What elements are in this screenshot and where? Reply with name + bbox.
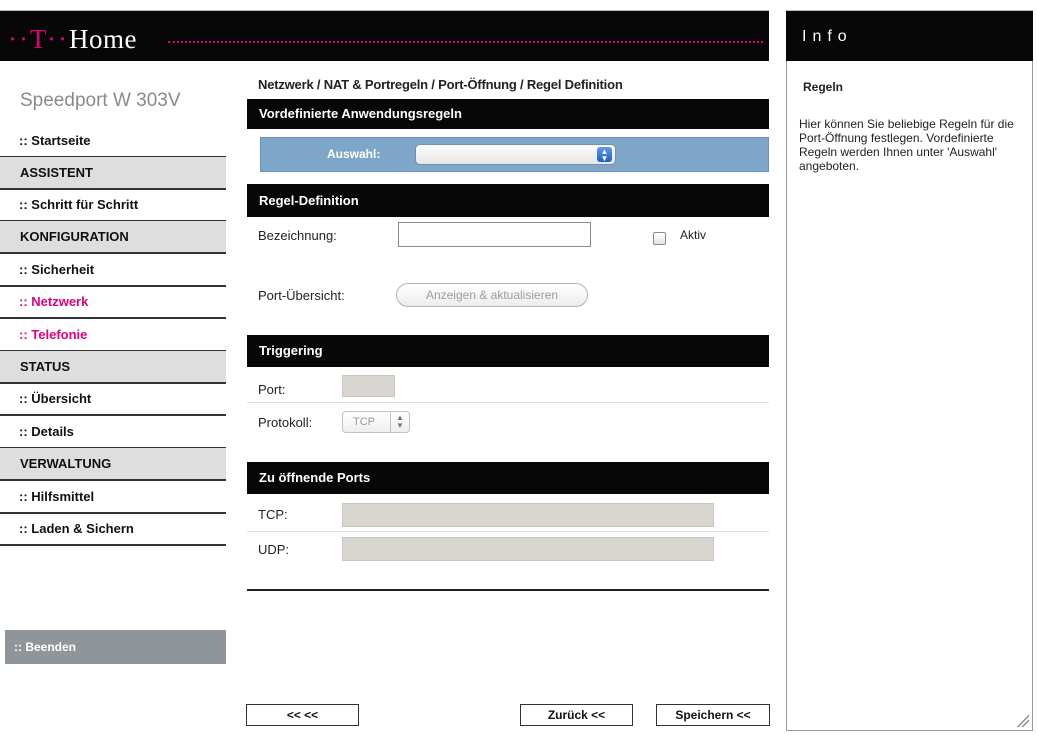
sidebar-section-status: STATUS	[0, 351, 226, 384]
resize-grip-icon[interactable]	[1015, 713, 1029, 727]
tcp-ports-input[interactable]	[342, 503, 714, 527]
brand-dotted-line	[168, 41, 763, 43]
section-header-rule-definition: Regel-Definition	[247, 184, 769, 217]
info-title: Info	[802, 28, 853, 45]
trigger-port-input[interactable]	[342, 375, 395, 397]
section-title: Triggering	[259, 343, 323, 358]
active-label: Aktiv	[680, 228, 707, 242]
row-divider	[247, 402, 769, 403]
sidebar-section-assistent: ASSISTENT	[0, 157, 226, 190]
section-header-predefined: Vordefinierte Anwendungsregeln	[247, 99, 769, 129]
predefined-rule-select[interactable]: ▲ ▼	[415, 144, 616, 165]
sidebar-item-startseite[interactable]: :: Startseite	[0, 125, 226, 158]
udp-ports-label: UDP:	[258, 542, 290, 557]
protocol-label: Protokoll:	[258, 415, 313, 430]
row-divider	[247, 531, 769, 532]
sidebar-item-schritt-fuer-schritt[interactable]: :: Schritt für Schritt	[0, 189, 226, 222]
protocol-select-value: TCP	[353, 416, 375, 428]
sidebar-item-laden-sichern[interactable]: :: Laden & Sichern	[0, 513, 226, 546]
select-arrows-icon: ▲ ▼	[597, 147, 612, 163]
sidebar-item-details[interactable]: :: Details	[0, 416, 226, 449]
section-title: Zu öffnende Ports	[259, 470, 371, 485]
first-page-button[interactable]: << <<	[246, 704, 359, 726]
sidebar-section-konfiguration: KONFIGURATION	[0, 221, 226, 254]
info-panel: Regeln Hier können Sie beliebige Regeln …	[786, 61, 1033, 731]
select-arrows-icon: ▲ ▼	[390, 412, 409, 432]
sidebar-item-telefonie[interactable]: :: Telefonie	[0, 319, 226, 352]
content-bottom-rule	[247, 589, 769, 591]
predefined-select-band: Auswahl: ▲ ▼	[260, 137, 769, 172]
port-overview-label: Port-Übersicht:	[258, 288, 345, 303]
protocol-select[interactable]: TCP ▲ ▼	[342, 411, 410, 433]
brand-logo: ··T··Home	[8, 24, 137, 54]
brand-name: Home	[68, 24, 137, 54]
section-title: Regel-Definition	[259, 193, 359, 208]
end-session-button[interactable]: :: Beenden	[5, 630, 226, 664]
sidebar-item-hilfsmittel[interactable]: :: Hilfsmittel	[0, 481, 226, 514]
active-checkbox[interactable]	[653, 232, 666, 245]
info-heading: Regeln	[803, 80, 844, 94]
sidebar-item-netzwerk[interactable]: :: Netzwerk	[0, 286, 226, 319]
header-bar: ··T··Home	[0, 10, 769, 61]
section-title: Vordefinierte Anwendungsregeln	[259, 106, 462, 121]
back-button[interactable]: Zurück <<	[520, 704, 633, 726]
breadcrumb: Netzwerk / NAT & Portregeln / Port-Öffnu…	[258, 77, 623, 92]
sidebar-item-sicherheit[interactable]: :: Sicherheit	[0, 254, 226, 287]
info-text: Hier können Sie beliebige Regeln für die…	[799, 117, 1014, 173]
sidebar-item-uebersicht[interactable]: :: Übersicht	[0, 383, 226, 416]
section-header-open-ports: Zu öffnende Ports	[247, 462, 769, 494]
udp-ports-input[interactable]	[342, 537, 714, 561]
show-refresh-ports-button[interactable]: Anzeigen & aktualisieren	[396, 283, 588, 307]
sidebar-section-verwaltung: VERWALTUNG	[0, 448, 226, 481]
info-header: Info	[786, 10, 1033, 61]
tcp-ports-label: TCP:	[258, 507, 288, 522]
product-name: Speedport W 303V	[20, 90, 181, 111]
name-label: Bezeichnung:	[258, 228, 337, 243]
predefined-select-label: Auswahl:	[327, 147, 381, 161]
save-button[interactable]: Speichern <<	[656, 704, 770, 726]
name-input[interactable]	[398, 222, 591, 247]
trigger-port-label: Port:	[258, 382, 286, 397]
section-header-triggering: Triggering	[247, 335, 769, 367]
